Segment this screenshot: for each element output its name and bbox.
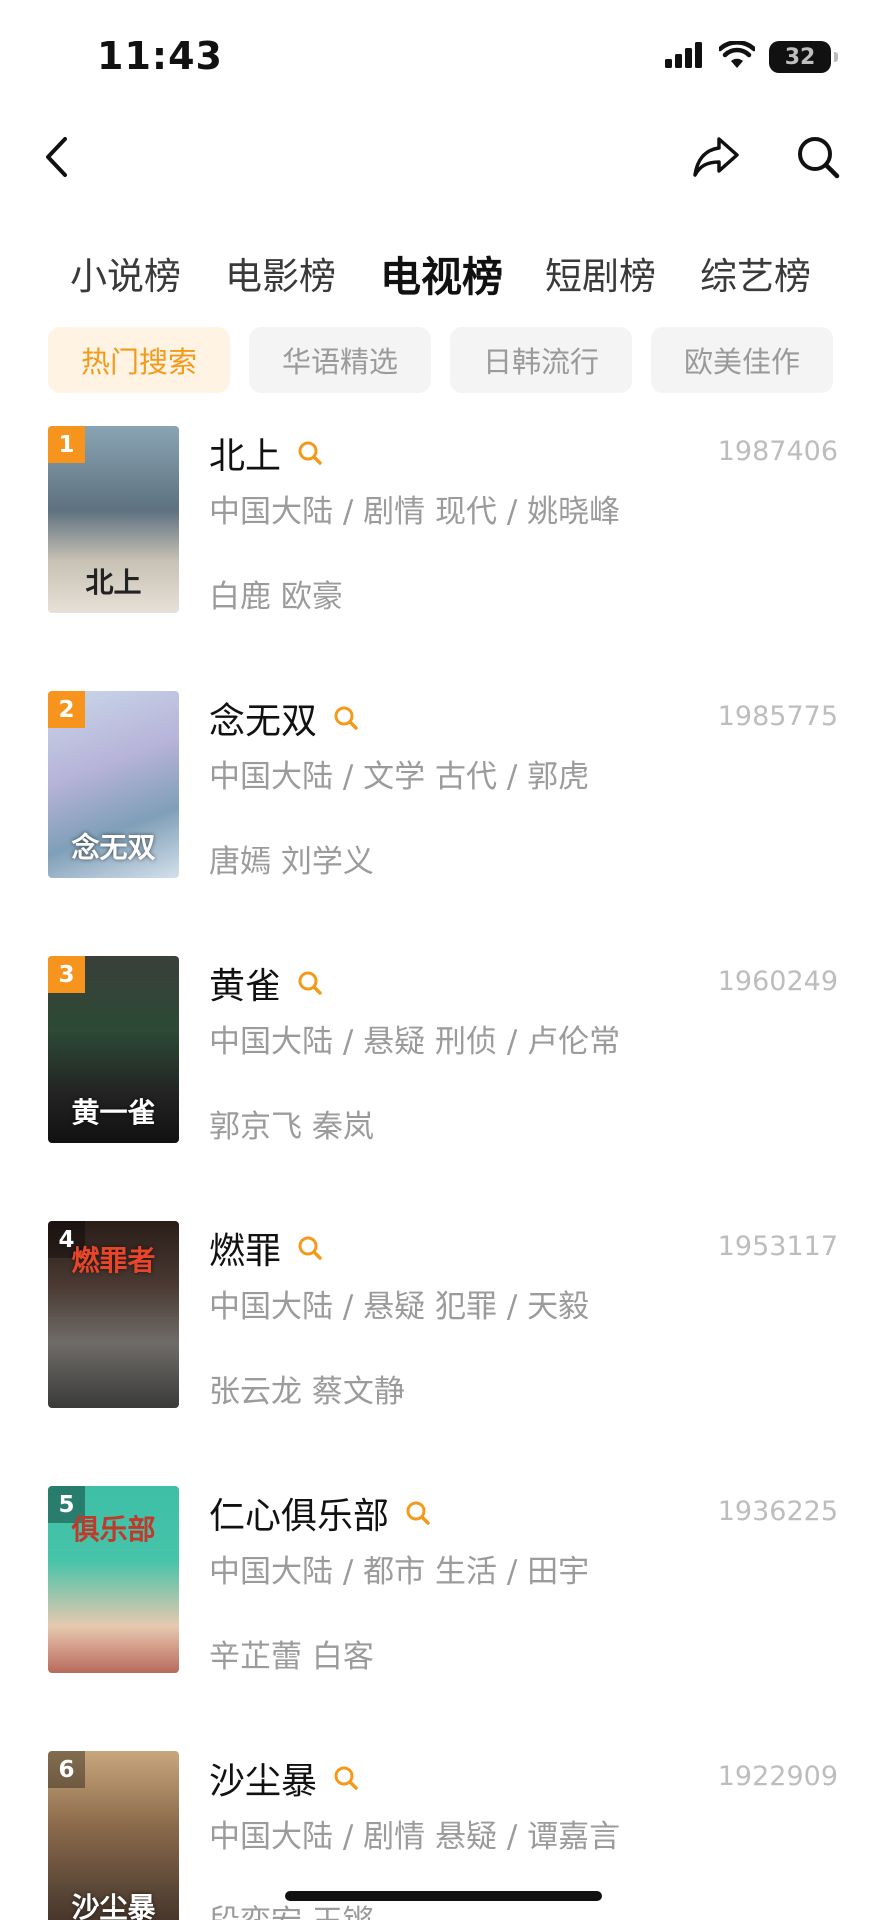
poster-title: 念无双 (71, 831, 156, 864)
item-meta: 中国大陆 / 剧情 悬疑 / 谭嘉言 (209, 1819, 621, 1855)
status-time: 11:43 (97, 34, 223, 78)
item-cast: 辛芷蕾 白客 (209, 1639, 374, 1675)
item-title[interactable]: 北上 (209, 427, 281, 479)
search-icon[interactable] (297, 1235, 323, 1261)
poster-image[interactable]: 6 沙尘暴 (48, 1751, 179, 1920)
subtab-chinese[interactable]: 华语精选 (249, 327, 431, 393)
search-count: 1936225 (717, 1496, 838, 1527)
poster-image[interactable]: 5 俱乐部 (48, 1486, 179, 1673)
item-cast: 郭京飞 秦岚 (209, 1109, 374, 1145)
search-count: 1987406 (717, 436, 838, 467)
tab-tv[interactable]: 电视榜 (380, 238, 503, 308)
subtab-hot-search[interactable]: 热门搜索 (48, 327, 230, 393)
item-title[interactable]: 仁心俱乐部 (209, 1487, 389, 1539)
poster-title: 黄一雀 (71, 1096, 156, 1129)
item-meta: 中国大陆 / 文学 古代 / 郭虎 (209, 759, 590, 795)
share-button[interactable] (688, 124, 744, 190)
poster-image[interactable]: 3 黄一雀 (48, 956, 179, 1143)
list-item[interactable]: 3 黄一雀 黄雀 1960249 中国大陆 / 悬疑 刑侦 / 卢伦常 郭京飞 … (0, 956, 887, 1146)
tab-variety[interactable]: 综艺榜 (700, 238, 811, 308)
subtab-jp-kr[interactable]: 日韩流行 (450, 327, 632, 393)
item-title[interactable]: 黄雀 (209, 957, 281, 1009)
list-item[interactable]: 2 念无双 念无双 1985775 中国大陆 / 文学 古代 / 郭虎 唐嫣 刘… (0, 691, 887, 881)
list-item[interactable]: 1 北上 北上 1987406 中国大陆 / 剧情 现代 / 姚晓峰 白鹿 欧豪 (0, 426, 887, 616)
tab-novel[interactable]: 小说榜 (70, 238, 181, 308)
search-button[interactable] (790, 124, 846, 190)
wifi-icon (717, 40, 757, 73)
item-meta: 中国大陆 / 悬疑 犯罪 / 天毅 (209, 1289, 590, 1325)
item-meta: 中国大陆 / 悬疑 刑侦 / 卢伦常 (209, 1024, 621, 1060)
home-indicator[interactable] (285, 1891, 602, 1901)
search-count: 1922909 (717, 1761, 838, 1792)
poster-title: 沙尘暴 (71, 1891, 156, 1920)
back-button[interactable] (34, 124, 78, 190)
search-count: 1960249 (717, 966, 838, 997)
status-bar: 11:43 32 (0, 0, 887, 110)
sub-tabs: 热门搜索 华语精选 日韩流行 欧美佳作 (0, 327, 887, 393)
search-icon[interactable] (405, 1500, 431, 1526)
search-icon[interactable] (333, 705, 359, 731)
poster-title: 俱乐部 (71, 1513, 156, 1546)
item-title[interactable]: 念无双 (209, 692, 317, 744)
poster-title: 北上 (85, 566, 142, 599)
share-arrow-icon (693, 137, 739, 177)
poster-title: 燃罪者 (71, 1244, 156, 1277)
nav-bar (0, 110, 887, 230)
list-item[interactable]: 5 俱乐部 仁心俱乐部 1936225 中国大陆 / 都市 生活 / 田宇 辛芷… (0, 1486, 887, 1676)
item-meta: 中国大陆 / 剧情 现代 / 姚晓峰 (209, 494, 621, 530)
status-icons: 32 (665, 40, 838, 74)
poster-image[interactable]: 2 念无双 (48, 691, 179, 878)
subtab-western[interactable]: 欧美佳作 (651, 327, 833, 393)
search-icon[interactable] (297, 440, 323, 466)
battery-icon: 32 (769, 41, 838, 73)
search-icon (798, 137, 840, 179)
cellular-signal-icon (665, 42, 705, 72)
poster-image[interactable]: 1 北上 (48, 426, 179, 613)
rank-badge: 3 (48, 956, 85, 993)
search-icon[interactable] (297, 970, 323, 996)
tab-movie[interactable]: 电影榜 (225, 238, 336, 308)
rank-badge: 6 (48, 1751, 85, 1788)
category-tabs: 小说榜 电影榜 电视榜 短剧榜 综艺榜 (0, 238, 887, 308)
rank-badge: 2 (48, 691, 85, 728)
rank-badge: 1 (48, 426, 85, 463)
item-title[interactable]: 沙尘暴 (209, 1752, 317, 1804)
item-meta: 中国大陆 / 都市 生活 / 田宇 (209, 1554, 590, 1590)
search-icon[interactable] (333, 1765, 359, 1791)
item-title[interactable]: 燃罪 (209, 1222, 281, 1274)
item-cast: 白鹿 欧豪 (209, 579, 343, 615)
search-count: 1985775 (717, 701, 838, 732)
poster-image[interactable]: 4 燃罪者 (48, 1221, 179, 1408)
search-count: 1953117 (717, 1231, 838, 1262)
list-item[interactable]: 4 燃罪者 燃罪 1953117 中国大陆 / 悬疑 犯罪 / 天毅 张云龙 蔡… (0, 1221, 887, 1411)
item-cast: 张云龙 蔡文静 (209, 1374, 405, 1410)
tab-short-drama[interactable]: 短剧榜 (545, 238, 656, 308)
item-cast: 唐嫣 刘学义 (209, 844, 374, 880)
chevron-left-icon (46, 137, 67, 177)
